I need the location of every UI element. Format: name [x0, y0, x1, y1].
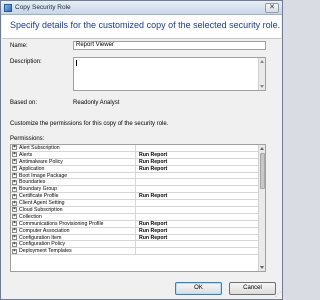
based-on-value: Readonly Analyst [73, 100, 120, 106]
description-input[interactable] [73, 57, 266, 91]
expand-icon[interactable]: + [12, 159, 17, 165]
expand-icon[interactable]: + [12, 179, 17, 185]
permission-value: Run Report [139, 193, 168, 200]
permission-name-cell: + Boot Image Package [11, 172, 136, 179]
name-input[interactable]: Report Viewer [73, 41, 266, 50]
permission-name-cell: + Deployment Templates [11, 248, 136, 255]
expand-icon[interactable]: + [12, 193, 17, 199]
permission-value: Run Report [139, 220, 168, 227]
permission-row[interactable]: + Communications Provisioning Profile Run … [11, 221, 259, 228]
based-on-label: Based on: [10, 100, 38, 106]
permission-name: Configuration Policy [19, 241, 66, 248]
permission-name: Alert Subscription [19, 145, 60, 151]
permission-row[interactable]: + Configuration Policy [11, 241, 259, 249]
permission-row[interactable]: + Deployment Templates [11, 248, 259, 256]
permission-value: Run Report [139, 158, 168, 165]
permission-value: Run Report [139, 227, 168, 234]
permission-name: Boot Image Package [19, 172, 68, 179]
permission-name: Alerts [19, 151, 33, 158]
expand-icon[interactable]: + [12, 200, 17, 206]
permission-name-cell: + Computer Association [11, 227, 136, 234]
permission-row[interactable]: + Application Run Report [11, 166, 259, 173]
permission-name-cell: + Communications Provisioning Profile [11, 220, 136, 227]
permission-name: Computer Association [19, 227, 70, 234]
window-title: Copy Security Role [15, 4, 71, 11]
permission-value: Run Report [139, 165, 168, 172]
expand-icon[interactable]: + [12, 241, 17, 247]
permissions-label: Permissions: [10, 136, 45, 142]
permission-row[interactable]: + Computer Association Run Report [11, 228, 259, 235]
permission-name: Configuration Item [19, 234, 62, 241]
scroll-down-icon[interactable] [260, 85, 264, 88]
permission-row[interactable]: + Collection [11, 213, 259, 221]
permissions-grid[interactable]: + Alert Subscription + Alerts Run Report + Ant… [10, 144, 266, 272]
permission-name: Boundary Group [19, 186, 58, 193]
permission-name-cell: + Configuration Policy [11, 241, 136, 248]
permission-name: Antimalware Policy [19, 158, 63, 165]
permission-row[interactable]: + Cloud Subscription [11, 207, 259, 214]
header-text: Specify details for the customized copy … [10, 20, 281, 30]
permission-row[interactable]: + Alerts Run Report [11, 152, 259, 159]
scroll-up-icon[interactable] [260, 60, 264, 63]
permission-row[interactable]: + Alert Subscription [11, 145, 259, 152]
permission-name-cell: + Collection [11, 213, 136, 220]
permission-value: Run Report [139, 234, 168, 241]
expand-icon[interactable]: + [12, 235, 17, 241]
expand-icon[interactable]: + [12, 186, 17, 192]
permission-name: Deployment Templates [19, 248, 72, 255]
permission-name: Certificate Profile [19, 193, 59, 200]
expand-icon[interactable]: + [12, 214, 17, 220]
expand-icon[interactable]: + [12, 248, 17, 254]
permission-row[interactable]: + Boundaries [11, 179, 259, 187]
scroll-up-icon[interactable] [260, 147, 264, 150]
permission-row[interactable]: + Boundary Group [11, 186, 259, 194]
ok-button[interactable]: OK [175, 282, 222, 295]
permission-name-cell: + Alerts [11, 151, 136, 158]
permissions-scrollbar[interactable] [258, 145, 265, 271]
permission-name-cell: + Boundary Group [11, 186, 136, 193]
permission-name-cell: + Certificate Profile [11, 193, 136, 200]
description-scrollbar[interactable] [258, 58, 265, 90]
scroll-down-icon[interactable] [260, 266, 264, 269]
permission-row[interactable]: + Boot Image Package [11, 172, 259, 180]
expand-icon[interactable]: + [12, 207, 17, 213]
expand-icon[interactable]: + [12, 173, 17, 178]
permission-value: Run Report [139, 151, 168, 158]
permission-name-cell: + Alert Subscription [11, 145, 136, 151]
cancel-button[interactable]: Cancel [229, 282, 276, 295]
expand-icon[interactable]: + [12, 228, 17, 234]
app-icon [4, 4, 12, 12]
expand-icon[interactable]: + [12, 145, 17, 151]
permission-row[interactable]: + Client Agent Setting [11, 200, 259, 208]
permission-name: Collection [19, 213, 42, 220]
permission-name: Cloud Subscription [19, 207, 63, 213]
permission-name-cell: + Boundaries [11, 179, 136, 186]
expand-icon[interactable]: + [12, 221, 17, 227]
permission-name: Application [19, 165, 45, 172]
expand-icon[interactable]: + [12, 166, 17, 172]
permission-row[interactable]: + Certificate Profile Run Report [11, 193, 259, 201]
copy-security-role-dialog: Copy Security Role ✕ Specify details for… [0, 0, 283, 300]
resize-grip-icon[interactable]: ⋰ [275, 291, 281, 298]
permission-name-cell: + Client Agent Setting [11, 200, 136, 207]
scroll-thumb[interactable] [260, 153, 265, 189]
permission-name-cell: + Cloud Subscription [11, 207, 136, 213]
permission-name-cell: + Configuration Item [11, 234, 136, 241]
title-bar: Copy Security Role ✕ [1, 1, 282, 15]
permission-name-cell: + Antimalware Policy [11, 158, 136, 165]
permission-name: Client Agent Setting [19, 200, 65, 207]
permission-name: Communications Provisioning Profile [19, 220, 104, 227]
permission-name-cell: + Application [11, 165, 136, 172]
close-button[interactable]: ✕ [265, 3, 279, 13]
customize-text: Customize the permissions for this copy … [10, 121, 169, 127]
header-banner: Specify details for the customized copy … [2, 15, 281, 39]
expand-icon[interactable]: + [12, 152, 17, 158]
permission-row[interactable]: + Antimalware Policy Run Report [11, 159, 259, 166]
permissions-rows: + Alert Subscription + Alerts Run Report + Ant… [11, 145, 259, 256]
name-label: Name: [10, 43, 28, 49]
text-caret [76, 60, 77, 66]
permission-name: Boundaries [19, 179, 46, 186]
permission-row[interactable]: + Configuration Item Run Report [11, 235, 259, 242]
description-label: Description: [10, 59, 42, 65]
